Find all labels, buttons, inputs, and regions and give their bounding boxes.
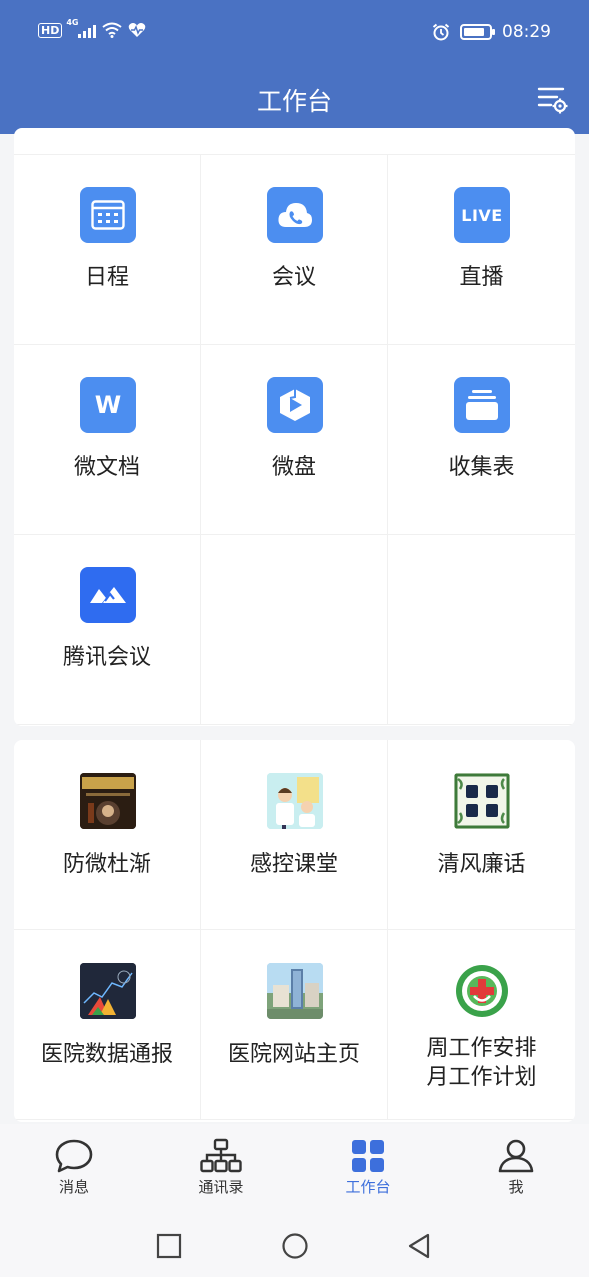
app-header: 工作台 — [0, 68, 589, 134]
empty-cell — [201, 535, 388, 725]
infection-control-thumbnail-icon — [267, 773, 323, 829]
tab-messages[interactable]: 消息 — [24, 1138, 124, 1197]
integrity-talk-thumbnail-icon — [454, 773, 510, 829]
battery-icon — [460, 24, 495, 40]
app-label-line2: 月工作计划 — [426, 1065, 537, 1090]
page-title: 工作台 — [256, 87, 332, 116]
status-icons-left: HD 4G — [38, 18, 146, 38]
app-meeting[interactable]: 会议 — [201, 155, 388, 345]
tab-workbench[interactable]: 工作台 — [318, 1138, 418, 1197]
custom-apps-card: 防微杜渐 感控课堂 清风廉话 医院数据通报 医院网站主页 周工作安排 月工作计划 — [14, 740, 575, 1122]
heart-rate-icon — [129, 23, 146, 37]
back-triangle-icon[interactable] — [405, 1232, 433, 1260]
app-label-multiline: 周工作安排 月工作计划 — [388, 1034, 575, 1092]
app-label: 清风廉话 — [437, 852, 526, 877]
tab-me[interactable]: 我 — [466, 1138, 566, 1197]
app-label: 医院网站主页 — [227, 1042, 360, 1067]
empty-cell — [388, 535, 575, 725]
app-label: 防微杜渐 — [62, 852, 151, 877]
app-tencent-meeting[interactable]: 腾讯会议 — [14, 535, 201, 725]
doc-w-icon: W — [80, 377, 136, 433]
app-form[interactable]: 收集表 — [388, 345, 575, 535]
app-label: 微盘 — [271, 455, 316, 480]
app-label: 日程 — [84, 265, 129, 290]
tencent-meeting-icon — [80, 567, 136, 623]
calendar-icon — [80, 187, 136, 243]
chat-bubble-icon — [55, 1139, 93, 1173]
meeting-cloud-phone-icon — [267, 187, 323, 243]
card-top-strip — [14, 128, 575, 155]
app-label-line1: 周工作安排 — [426, 1036, 537, 1061]
app-label: 微文档 — [73, 455, 140, 480]
hospital-data-thumbnail-icon — [80, 963, 136, 1019]
app-hospital-website[interactable]: 医院网站主页 — [201, 930, 388, 1120]
app-fire-safety[interactable]: 防微杜渐 — [14, 740, 201, 930]
form-collect-icon — [454, 377, 510, 433]
app-integrity-talk[interactable]: 清风廉话 — [388, 740, 575, 930]
grid-four-icon — [352, 1140, 384, 1172]
tab-label: 工作台 — [345, 1178, 391, 1196]
custom-apps-grid: 防微杜渐 感控课堂 清风廉话 医院数据通报 医院网站主页 周工作安排 月工作计划 — [14, 740, 575, 1120]
recent-apps-square-icon[interactable] — [155, 1232, 183, 1260]
home-circle-icon[interactable] — [281, 1232, 309, 1260]
app-live[interactable]: LIVE 直播 — [388, 155, 575, 345]
drive-icon — [267, 377, 323, 433]
status-bar: HD 4G 08:29 — [0, 0, 589, 68]
hospital-logo-icon — [454, 963, 510, 1019]
app-label: 直播 — [459, 265, 504, 290]
tab-label: 我 — [508, 1178, 524, 1196]
hospital-website-thumbnail-icon — [267, 963, 323, 1019]
alarm-icon — [432, 23, 450, 41]
builtin-apps-card: 日程 会议 LIVE 直播 W 微文档 微盘 收集表 腾讯会议 — [14, 128, 575, 726]
app-label: 会议 — [271, 265, 316, 290]
wifi-icon — [102, 22, 122, 38]
app-work-plan[interactable]: 周工作安排 月工作计划 — [388, 930, 575, 1120]
app-label: 收集表 — [448, 455, 515, 480]
system-nav-bar — [0, 1212, 589, 1277]
app-docs[interactable]: W 微文档 — [14, 345, 201, 535]
builtin-apps-grid: 日程 会议 LIVE 直播 W 微文档 微盘 收集表 腾讯会议 — [14, 155, 575, 725]
status-icons-right: 08:29 — [432, 22, 551, 42]
tab-label: 通讯录 — [198, 1178, 244, 1196]
app-label: 感控课堂 — [249, 852, 338, 877]
tab-contacts[interactable]: 通讯录 — [171, 1138, 271, 1197]
live-icon: LIVE — [454, 187, 510, 243]
signal-icon: 4G — [66, 18, 97, 38]
hd-badge: HD — [38, 22, 63, 38]
app-hospital-data[interactable]: 医院数据通报 — [14, 930, 201, 1120]
app-drive[interactable]: 微盘 — [201, 345, 388, 535]
tab-label: 消息 — [58, 1178, 89, 1196]
app-label: 医院数据通报 — [40, 1042, 173, 1067]
org-chart-icon — [200, 1138, 242, 1173]
settings-list-icon[interactable] — [535, 82, 569, 116]
app-infection-control[interactable]: 感控课堂 — [201, 740, 388, 930]
fire-safety-thumbnail-icon — [80, 773, 136, 829]
person-icon — [498, 1139, 534, 1173]
bottom-tab-bar: 消息 通讯录 工作台 我 — [0, 1124, 589, 1212]
app-schedule[interactable]: 日程 — [14, 155, 201, 345]
clock: 08:29 — [502, 22, 551, 42]
app-label: 腾讯会议 — [62, 645, 151, 670]
